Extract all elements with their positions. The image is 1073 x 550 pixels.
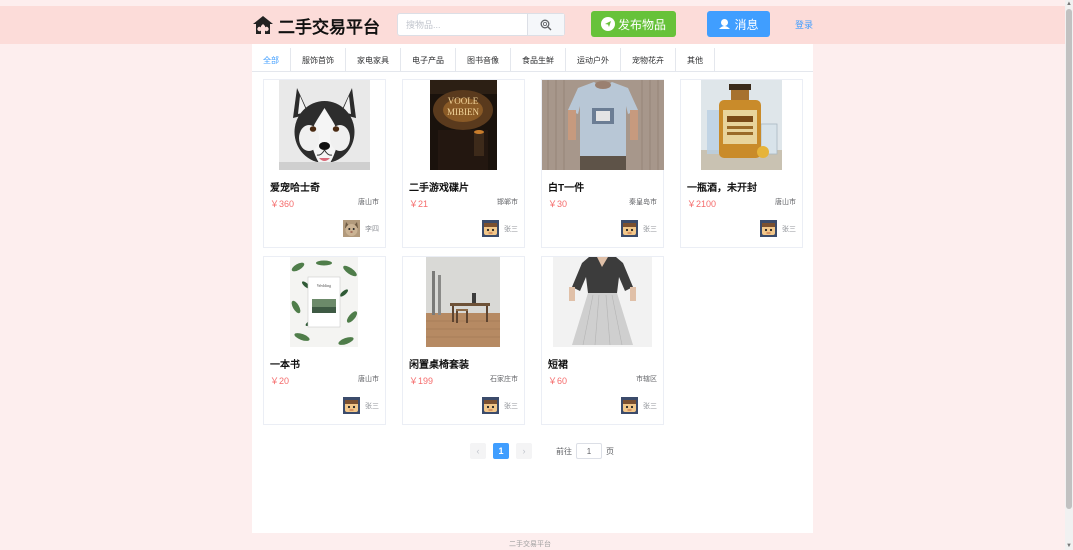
seller-info: 张三 — [621, 220, 657, 237]
seller-name: 李四 — [365, 225, 379, 233]
publish-item-label: 发布物品 — [617, 17, 666, 32]
tab-clothing[interactable]: 服饰首饰 — [291, 48, 346, 72]
publish-item-button[interactable]: 发布物品 — [591, 11, 676, 37]
skirt-photo — [553, 257, 652, 347]
product-title: 短裙 — [548, 360, 568, 371]
seller-info: 张三 — [343, 397, 379, 414]
tab-sports[interactable]: 运动户外 — [566, 48, 621, 72]
message-button[interactable]: 消息 — [707, 11, 770, 37]
search-input[interactable] — [398, 14, 528, 35]
svg-text:VOOLE: VOOLE — [448, 96, 479, 106]
game-disc-photo: VOOLE MIBIEN — [430, 80, 497, 170]
product-city: 市辖区 — [636, 376, 657, 383]
seller-avatar — [343, 220, 360, 237]
book-photo: Wedding — [290, 257, 358, 347]
seller-avatar — [482, 397, 499, 414]
svg-text:MIBIEN: MIBIEN — [447, 107, 479, 117]
seller-info: 张三 — [482, 397, 518, 414]
tab-other[interactable]: 其他 — [676, 48, 715, 72]
desk-chair-photo — [426, 257, 500, 347]
main-panel: 全部 服饰首饰 家电家具 电子产品 图书音像 食品生鲜 运动户外 宠物花卉 其他 — [252, 44, 813, 533]
message-icon — [719, 19, 731, 29]
seller-name: 张三 — [504, 225, 518, 233]
tab-pets-flowers[interactable]: 宠物花卉 — [621, 48, 676, 72]
pagination: ‹ 1 › 前往 页 — [470, 443, 614, 459]
search-box — [397, 13, 565, 36]
footer-text: 二手交易平台 — [509, 541, 551, 548]
product-city: 唐山市 — [358, 376, 379, 383]
seller-avatar — [621, 397, 638, 414]
tab-electronics[interactable]: 电子产品 — [401, 48, 456, 72]
product-price: ￥2100 — [687, 199, 717, 209]
product-city: 唐山市 — [775, 199, 796, 206]
search-icon — [540, 19, 552, 30]
page-suffix-label: 页 — [606, 446, 614, 456]
page-number-1[interactable]: 1 — [493, 443, 509, 459]
product-price: ￥20 — [270, 376, 290, 386]
seller-name: 张三 — [643, 402, 657, 410]
house-icon — [253, 16, 273, 34]
page-scrollbar[interactable]: ▲ ▼ — [1065, 0, 1073, 550]
top-header: 二手交易平台 发布物品 消息 登录 — [0, 6, 1065, 44]
search-button[interactable] — [527, 14, 564, 35]
prev-page-button[interactable]: ‹ — [470, 443, 486, 459]
seller-info: 张三 — [482, 220, 518, 237]
login-link[interactable]: 登录 — [795, 18, 813, 31]
product-card[interactable]: 白T一件 ￥30 秦皇岛市 张三 — [541, 79, 664, 248]
product-price: ￥21 — [409, 199, 429, 209]
scroll-down-arrow-icon[interactable]: ▼ — [1066, 543, 1072, 549]
product-city: 石家庄市 — [490, 376, 518, 383]
publish-icon — [600, 17, 615, 31]
product-card[interactable]: 闲置桌椅套装 ￥199 石家庄市 张三 — [402, 256, 525, 425]
product-price: ￥199 — [409, 376, 434, 386]
seller-name: 张三 — [504, 402, 518, 410]
product-city: 唐山市 — [358, 199, 379, 206]
seller-name: 张三 — [643, 225, 657, 233]
product-card[interactable]: Wedding 一本书 ￥20 唐山市 张三 — [263, 256, 386, 425]
product-card[interactable]: 一瓶酒，未开封 ￥2100 唐山市 张三 — [680, 79, 803, 248]
svg-text:Wedding: Wedding — [317, 283, 331, 288]
product-title: 白T一件 — [548, 183, 585, 194]
message-label: 消息 — [734, 17, 759, 32]
product-city: 秦皇岛市 — [629, 199, 657, 206]
seller-avatar — [482, 220, 499, 237]
product-title: 一瓶酒，未开封 — [687, 183, 757, 194]
product-price: ￥360 — [270, 199, 295, 209]
husky-photo — [279, 80, 370, 170]
seller-avatar — [621, 220, 638, 237]
product-card[interactable]: 短裙 ￥60 市辖区 张三 — [541, 256, 664, 425]
seller-info: 张三 — [621, 397, 657, 414]
product-card[interactable]: 爱宠哈士奇 ￥360 唐山市 李四 — [263, 79, 386, 248]
goto-label: 前往 — [556, 446, 572, 456]
white-tshirt-photo — [542, 80, 664, 170]
seller-avatar — [343, 397, 360, 414]
product-title: 闲置桌椅套装 — [409, 360, 469, 371]
seller-avatar — [760, 220, 777, 237]
category-tabs: 全部 服饰首饰 家电家具 电子产品 图书音像 食品生鲜 运动户外 宠物花卉 其他 — [252, 48, 813, 72]
product-card[interactable]: VOOLE MIBIEN 二手游戏碟片 ￥21 邯郸市 张三 — [402, 79, 525, 248]
product-city: 邯郸市 — [497, 199, 518, 206]
tab-all[interactable]: 全部 — [252, 48, 291, 72]
tab-food[interactable]: 食品生鲜 — [511, 48, 566, 72]
scrollbar-thumb[interactable] — [1066, 9, 1072, 509]
site-title: 二手交易平台 — [278, 17, 380, 37]
seller-name: 张三 — [782, 225, 796, 233]
site-logo[interactable]: 二手交易平台 — [252, 9, 380, 41]
scroll-up-arrow-icon[interactable]: ▲ — [1066, 1, 1072, 7]
product-title: 爱宠哈士奇 — [270, 183, 320, 194]
goto-page-input[interactable] — [576, 443, 602, 459]
product-title: 一本书 — [270, 360, 300, 371]
next-page-button[interactable]: › — [516, 443, 532, 459]
liquor-bottle-photo — [701, 80, 782, 170]
tab-books[interactable]: 图书音像 — [456, 48, 511, 72]
product-price: ￥30 — [548, 199, 568, 209]
tab-appliances[interactable]: 家电家具 — [346, 48, 401, 72]
seller-info: 张三 — [760, 220, 796, 237]
seller-info: 李四 — [343, 220, 379, 237]
seller-name: 张三 — [365, 402, 379, 410]
product-price: ￥60 — [548, 376, 568, 386]
product-title: 二手游戏碟片 — [409, 183, 469, 194]
